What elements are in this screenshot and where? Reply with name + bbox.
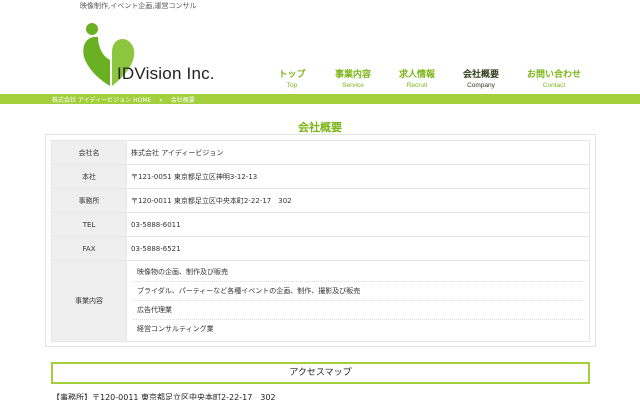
row-value: 03-5888-6521 [126,236,590,261]
nav-contact-en: Contact [542,82,566,89]
nav-top-en: Top [286,82,298,89]
table-row: FAX 03-5888-6521 [51,236,590,261]
row-label: 会社名 [51,140,127,165]
nav-recruit-en: Recruit [406,82,428,89]
nav-contact[interactable]: お問い合わせ Contact [524,67,584,89]
nav-recruit-ja: 求人情報 [398,70,435,80]
company-info-panel: 会社名 株式会社 アイディービジョン 本社 〒121-0051 東京都足立区神明… [45,134,596,347]
breadcrumb-current: 会社概要 [170,97,195,104]
list-item: ブライダル、パーティーなど各種イベントの企画、制作、撮影及び販売 [133,282,583,301]
breadcrumb: 株式会社 アイディービジョン HOME » 会社概要 [52,95,201,104]
row-value: 株式会社 アイディービジョン [126,140,590,165]
nav-top[interactable]: トップ Top [276,67,308,89]
row-label: 事業内容 [51,260,127,342]
site-tagline: 映像制作,イベント企画,運営コンサル [80,2,197,10]
main-nav: トップ Top 事業内容 Service 求人情報 Recruit 会社概要 C… [0,67,640,93]
nav-top-ja: トップ [278,70,306,80]
row-value: 〒120-0011 東京都足立区中央本町2-22-17 302 [126,188,590,213]
nav-recruit[interactable]: 求人情報 Recruit [396,67,438,89]
row-label: 本社 [51,164,127,189]
row-label: 事務所 [51,188,127,213]
row-label: TEL [51,212,127,237]
access-address: 【事務所】〒120-0011 東京都足立区中央本町2-22-17 302 [52,393,276,400]
nav-service-en: Service [342,82,364,89]
row-label: FAX [51,236,127,261]
table-row: 本社 〒121-0051 東京都足立区神明3-12-13 [51,164,590,189]
table-row: 事務所 〒120-0011 東京都足立区中央本町2-22-17 302 [51,188,590,213]
business-list: 映像物の企画、制作及び販売 ブライダル、パーティーなど各種イベントの企画、制作、… [127,261,589,341]
page-title: 会社概要 [298,121,342,134]
breadcrumb-separator: » [159,97,163,104]
list-item: 映像物の企画、制作及び販売 [133,263,583,282]
list-item: 広告代理業 [133,301,583,320]
nav-service[interactable]: 事業内容 Service [332,67,374,89]
nav-contact-ja: お問い合わせ [526,70,581,80]
nav-company-ja: 会社概要 [462,70,499,80]
breadcrumb-home-link[interactable]: 株式会社 アイディービジョン HOME [52,97,151,104]
list-item: 経営コンサルティング業 [137,325,214,333]
table-row: 会社名 株式会社 アイディービジョン [51,140,590,165]
top-strip: 映像制作,イベント企画,運営コンサル [0,0,640,12]
access-map-heading: アクセスマップ [51,362,590,384]
nav-company-en: Company [467,82,495,89]
logo-dot [86,23,98,35]
table-row-business: 事業内容 映像物の企画、制作及び販売 ブライダル、パーティーなど各種イベントの企… [51,260,590,342]
row-value: 〒121-0051 東京都足立区神明3-12-13 [126,164,590,189]
company-info-table: 会社名 株式会社 アイディービジョン 本社 〒121-0051 東京都足立区神明… [51,140,590,342]
row-value: 03-5888-6011 [126,212,590,237]
table-row: TEL 03-5888-6011 [51,212,590,237]
nav-company[interactable]: 会社概要 Company [460,67,502,89]
nav-service-ja: 事業内容 [334,70,371,80]
row-value: 映像物の企画、制作及び販売 ブライダル、パーティーなど各種イベントの企画、制作、… [126,260,590,342]
